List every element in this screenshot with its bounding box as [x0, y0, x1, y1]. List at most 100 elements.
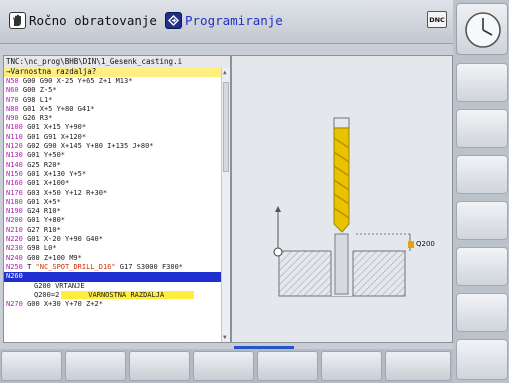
program-line[interactable]: N60 G00 Z-5* — [4, 86, 222, 95]
softkey-7[interactable] — [385, 351, 451, 381]
mode-programming[interactable]: Programiranje — [165, 10, 283, 30]
side-softkey-7[interactable] — [456, 339, 508, 380]
header-bar: Ročno obratovanje Programiranje DNC — [0, 0, 453, 44]
softkey-4[interactable] — [193, 351, 254, 381]
program-line[interactable]: N240 G00 Z+100 M9* — [4, 254, 222, 263]
program-line-selected[interactable]: N260 — [4, 272, 222, 282]
side-softkey-2[interactable] — [456, 109, 508, 148]
help-graphic-pane: Q200 — [231, 55, 453, 343]
line-code: G00 X+30 Y+70 Z+2* — [22, 300, 103, 309]
program-scrollbar[interactable]: ▲ ▼ — [221, 68, 230, 342]
side-softkey-1[interactable] — [456, 63, 508, 102]
side-softkey-4[interactable] — [456, 201, 508, 240]
right-softkey-column — [453, 0, 509, 383]
program-line[interactable]: N170 G03 X+50 Y+12 R+30* — [4, 189, 222, 198]
program-line[interactable]: N120 G02 G90 X+145 Y+80 I+135 J+80* — [4, 142, 222, 151]
program-line[interactable]: N150 G01 X+130 Y+5* — [4, 170, 222, 179]
dnc-icon[interactable]: DNC — [427, 11, 447, 28]
parameter-value-field[interactable]: VARNOSTNA RAZDALJA — [61, 290, 195, 299]
program-line[interactable]: N70 G98 L1* — [4, 96, 222, 105]
line-number: N110 — [6, 132, 23, 141]
tool-name: "NC_SPOT_DRILL_D16" — [35, 262, 116, 271]
line-code: G27 R10* — [22, 225, 61, 234]
line-code: G03 X+50 Y+12 R+30* — [22, 188, 108, 197]
line-number: N90 — [6, 114, 19, 123]
q200-marker — [408, 241, 414, 248]
line-code-rest: G17 S3000 F300* — [115, 262, 184, 271]
clock-icon — [456, 3, 508, 55]
line-number: N130 — [6, 151, 23, 160]
program-line[interactable]: N130 G01 Y+50* — [4, 151, 222, 160]
parameter-input-line[interactable]: Q200=2 VARNOSTNA RAZDALJA — [4, 290, 222, 300]
line-number: N120 — [6, 142, 23, 151]
line-number: N170 — [6, 188, 23, 197]
line-code: G01 X+130 Y+5* — [22, 169, 87, 178]
cycle-definition[interactable]: G200 VRTANJE — [4, 282, 222, 291]
line-number: N240 — [6, 253, 23, 262]
program-line[interactable]: N190 G24 R10* — [4, 207, 222, 216]
side-softkey-6[interactable] — [456, 293, 508, 332]
program-line[interactable]: N180 G01 X+5* — [4, 198, 222, 207]
line-code: G98 L0* — [22, 244, 57, 253]
line-code: G01 X-20 Y+90 G40* — [22, 235, 103, 244]
program-line[interactable]: N270 G00 X+30 Y+70 Z+2* — [4, 300, 222, 309]
line-code: G01 X+5* — [22, 197, 61, 206]
program-edit-icon — [165, 11, 182, 29]
side-softkey-3[interactable] — [456, 155, 508, 194]
line-code: G00 G90 X-25 Y+65 Z+1 M13* — [18, 77, 133, 85]
side-softkey-5[interactable] — [456, 247, 508, 286]
program-line[interactable]: N230 G98 L0* — [4, 244, 222, 253]
program-line[interactable]: N200 G01 Y+80* — [4, 216, 222, 225]
scroll-down-icon[interactable]: ▼ — [223, 334, 227, 341]
program-line[interactable]: N210 G27 R10* — [4, 226, 222, 235]
scrollbar-thumb[interactable] — [223, 82, 229, 172]
drilling-help-graphic — [273, 117, 412, 297]
line-code: G01 X+15 Y+90* — [22, 123, 87, 132]
softkey-2[interactable] — [65, 351, 126, 381]
program-line[interactable]: N50 G00 G90 X-25 Y+65 Z+1 M13* — [4, 77, 222, 86]
line-code: T — [22, 262, 36, 271]
line-code: G98 L1* — [18, 95, 53, 104]
line-code: G00 Z+100 M9* — [22, 253, 82, 262]
softkey-1[interactable] — [1, 351, 62, 381]
scroll-up-icon[interactable]: ▲ — [223, 69, 227, 76]
line-code: G24 R10* — [22, 207, 61, 216]
line-number: N200 — [6, 216, 23, 225]
line-number: N70 — [6, 95, 19, 104]
program-line[interactable]: N220 G01 X-20 Y+90 G40* — [4, 235, 222, 244]
line-number: N210 — [6, 225, 23, 234]
mode-manual-label: Ročno obratovanje — [29, 12, 157, 28]
line-code: G00 Z-5* — [18, 86, 57, 95]
line-code: G01 Y+50* — [22, 151, 66, 160]
axis-arrow — [275, 206, 281, 251]
line-number: N180 — [6, 197, 23, 206]
program-line[interactable]: N90 G26 R3* — [4, 114, 222, 123]
line-number: N190 — [6, 207, 23, 216]
program-lines[interactable]: N50 G00 G90 X-25 Y+65 Z+1 M13* N60 G00 Z-… — [4, 77, 222, 309]
softkey-5[interactable] — [257, 351, 318, 381]
line-number: N60 — [6, 86, 19, 95]
parameter-description: VARNOSTNA RAZDALJA — [88, 290, 165, 299]
line-number: N220 — [6, 235, 23, 244]
program-line[interactable]: N110 G01 G91 X+120* — [4, 133, 222, 142]
line-code: G25 R20* — [22, 160, 61, 169]
program-line[interactable]: N140 G25 R20* — [4, 161, 222, 170]
line-code: G01 G91 X+120* — [22, 132, 87, 141]
parameter-name: Q200=2 — [34, 290, 60, 299]
mode-manual-operation[interactable]: Ročno obratovanje — [9, 10, 157, 30]
input-prompt: →Varnostna razdalja? — [4, 67, 230, 77]
softkey-3[interactable] — [129, 351, 190, 381]
drill-tool — [333, 117, 350, 295]
reference-point-icon — [273, 247, 283, 257]
program-line[interactable]: N100 G01 X+15 Y+90* — [4, 123, 222, 132]
program-editor[interactable]: TNC:\nc_prog\BHB\DIN\1_Gesenk_casting.i … — [3, 55, 231, 343]
line-code: G02 G90 X+145 Y+80 I+135 J+80* — [22, 142, 154, 151]
line-code: G01 Y+80* — [22, 216, 66, 225]
program-line[interactable]: N250 T "NC_SPOT_DRILL_D16" G17 S3000 F30… — [4, 263, 222, 272]
program-line[interactable]: N160 G01 X+100* — [4, 179, 222, 188]
program-line[interactable]: N80 G01 X+5 Y+80 G41* — [4, 105, 222, 114]
line-number: N100 — [6, 123, 23, 132]
line-code: G26 R3* — [18, 114, 53, 123]
line-number: N150 — [6, 169, 23, 178]
softkey-6[interactable] — [321, 351, 382, 381]
